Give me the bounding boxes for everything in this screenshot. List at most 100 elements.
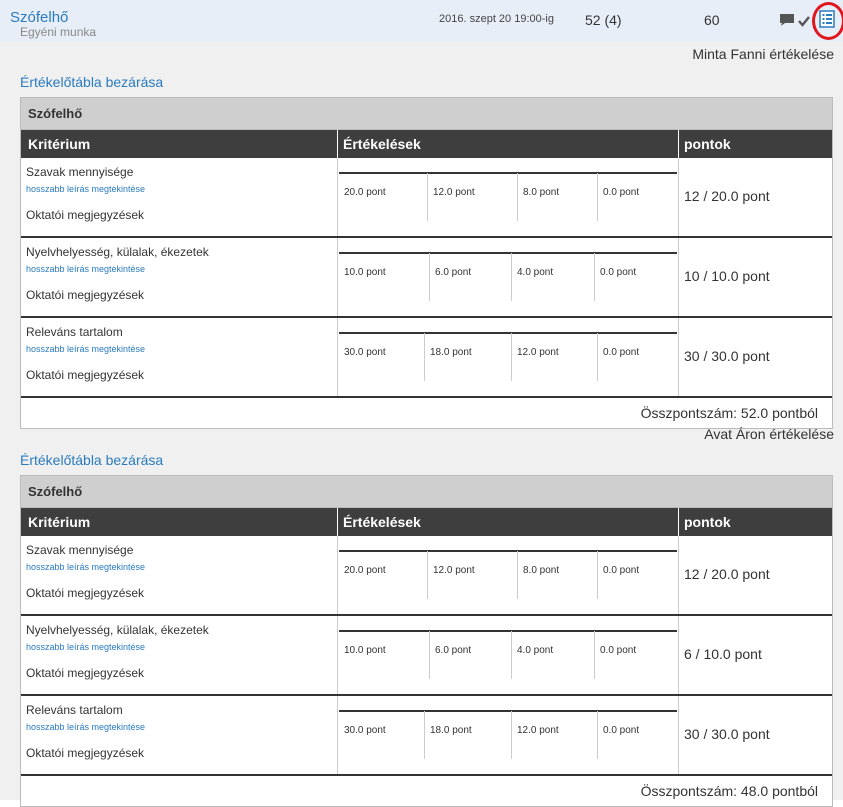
criterion-row: Releváns tartalom hosszabb leírás megtek… [21, 318, 832, 398]
evaluator-name: Minta Fanni értékelése [692, 46, 834, 62]
rating-cell: 18.0 pont [425, 333, 512, 381]
rating-label: 8.0 pont [523, 187, 560, 198]
criterion-points: 10 / 10.0 pont [684, 268, 770, 284]
rating-cell: 0.0 pont [598, 173, 677, 221]
rating-cell: 12.0 pont [512, 333, 598, 381]
comment-icon[interactable] [779, 13, 795, 27]
rating-cell: 30.0 pont [339, 711, 425, 759]
close-rubric-link[interactable]: Értékelőtábla bezárása [20, 452, 163, 468]
evaluator-name: Avat Áron értékelése [704, 426, 834, 442]
highlight-circle [812, 2, 843, 40]
criterion-row: Nyelvhelyesség, külalak, ékezetek hossza… [21, 616, 832, 696]
rating-cell: 8.0 pont [518, 173, 598, 221]
instructor-notes: Oktatói megjegyzések [26, 586, 145, 600]
assignment-row: Szófelhő Egyéni munka 2016. szept 20 19:… [0, 0, 843, 43]
rating-cell: 6.0 pont [430, 631, 512, 679]
header-points: pontok [684, 514, 731, 530]
rating-label: 10.0 pont [344, 645, 386, 656]
rubric-header: Kritérium Értékelések pontok [21, 508, 832, 536]
header-ratings: Értékelések [343, 136, 421, 152]
rating-label: 18.0 pont [430, 347, 472, 358]
rubric-total: Összpontszám: 52.0 pontból [21, 398, 832, 428]
rating-label: 12.0 pont [433, 187, 475, 198]
rating-label: 4.0 pont [517, 267, 554, 278]
rating-cell: 12.0 pont [512, 711, 598, 759]
rating-label: 0.0 pont [603, 187, 640, 198]
header-criterion: Kritérium [28, 514, 91, 530]
instructor-notes: Oktatói megjegyzések [26, 746, 145, 760]
rating-cell: 20.0 pont [339, 173, 428, 221]
long-description-link[interactable]: hosszabb leírás megtekintése [26, 184, 145, 194]
criterion-row: Releváns tartalom hosszabb leírás megtek… [21, 696, 832, 776]
criterion-points: 30 / 30.0 pont [684, 348, 770, 364]
total-points: Összpontszám: 52.0 pontból [640, 405, 818, 421]
rating-label: 18.0 pont [430, 725, 472, 736]
criterion-points: 12 / 20.0 pont [684, 188, 770, 204]
criterion-row: Szavak mennyisége hosszabb leírás megtek… [21, 536, 832, 616]
criterion-row: Nyelvhelyesség, külalak, ékezetek hossza… [21, 238, 832, 318]
rating-label: 0.0 pont [603, 725, 640, 736]
rating-label: 20.0 pont [344, 187, 386, 198]
rating-label: 6.0 pont [435, 267, 472, 278]
rating-label: 8.0 pont [523, 565, 560, 576]
criterion-name: Releváns tartalom [26, 325, 123, 339]
rating-label: 20.0 pont [344, 565, 386, 576]
rating-label: 30.0 pont [344, 347, 386, 358]
rubric-title: Szófelhő [21, 98, 832, 130]
assignment-max-points: 60 [704, 12, 720, 28]
rubric-table: Szófelhő Kritérium Értékelések pontok Sz… [20, 97, 833, 429]
long-description-link[interactable]: hosszabb leírás megtekintése [26, 562, 145, 572]
rating-cell: 6.0 pont [430, 253, 512, 301]
header-points: pontok [684, 136, 731, 152]
header-ratings: Értékelések [343, 514, 421, 530]
header-criterion: Kritérium [28, 136, 91, 152]
rating-cell: 12.0 pont [428, 173, 518, 221]
instructor-notes: Oktatói megjegyzések [26, 368, 145, 382]
rating-cell: 30.0 pont [339, 333, 425, 381]
criterion-name: Releváns tartalom [26, 703, 123, 717]
long-description-link[interactable]: hosszabb leírás megtekintése [26, 642, 145, 652]
rating-label: 6.0 pont [435, 645, 472, 656]
rating-label: 4.0 pont [517, 645, 554, 656]
assignment-score: 52 (4) [585, 12, 622, 28]
rubric-total: Összpontszám: 48.0 pontból [21, 776, 832, 806]
rating-cell: 0.0 pont [595, 631, 677, 679]
criterion-name: Nyelvhelyesség, külalak, ékezetek [26, 245, 209, 259]
rating-cell: 0.0 pont [598, 333, 677, 381]
instructor-notes: Oktatói megjegyzések [26, 208, 145, 222]
instructor-notes: Oktatói megjegyzések [26, 666, 145, 680]
instructor-notes: Oktatói megjegyzések [26, 288, 145, 302]
rating-label: 0.0 pont [603, 347, 640, 358]
long-description-link[interactable]: hosszabb leírás megtekintése [26, 722, 145, 732]
close-rubric-link[interactable]: Értékelőtábla bezárása [20, 74, 163, 90]
rating-label: 0.0 pont [600, 267, 637, 278]
criterion-row: Szavak mennyisége hosszabb leírás megtek… [21, 158, 832, 238]
rating-cell: 4.0 pont [512, 253, 595, 301]
criterion-points: 12 / 20.0 pont [684, 566, 770, 582]
rating-cell: 0.0 pont [595, 253, 677, 301]
rating-label: 30.0 pont [344, 725, 386, 736]
criterion-name: Nyelvhelyesség, külalak, ékezetek [26, 623, 209, 637]
rating-label: 12.0 pont [517, 725, 559, 736]
check-icon[interactable] [798, 15, 810, 27]
criterion-name: Szavak mennyisége [26, 543, 134, 557]
criterion-points: 30 / 30.0 pont [684, 726, 770, 742]
rating-cell: 12.0 pont [428, 551, 518, 599]
assignment-type: Egyéni munka [20, 25, 97, 39]
long-description-link[interactable]: hosszabb leírás megtekintése [26, 264, 145, 274]
rating-cell: 4.0 pont [512, 631, 595, 679]
assignment-deadline: 2016. szept 20 19:00-ig [439, 13, 554, 25]
rating-cell: 0.0 pont [598, 551, 677, 599]
assignment-title-link[interactable]: Szófelhő [10, 9, 68, 26]
criterion-name: Szavak mennyisége [26, 165, 134, 179]
rating-cell: 20.0 pont [339, 551, 428, 599]
rating-label: 0.0 pont [603, 565, 640, 576]
rating-cell: 0.0 pont [598, 711, 677, 759]
rating-label: 10.0 pont [344, 267, 386, 278]
rating-label: 12.0 pont [517, 347, 559, 358]
rubric-title: Szófelhő [21, 476, 832, 508]
long-description-link[interactable]: hosszabb leírás megtekintése [26, 344, 145, 354]
rating-cell: 18.0 pont [425, 711, 512, 759]
rating-cell: 8.0 pont [518, 551, 598, 599]
total-points: Összpontszám: 48.0 pontból [640, 783, 818, 799]
